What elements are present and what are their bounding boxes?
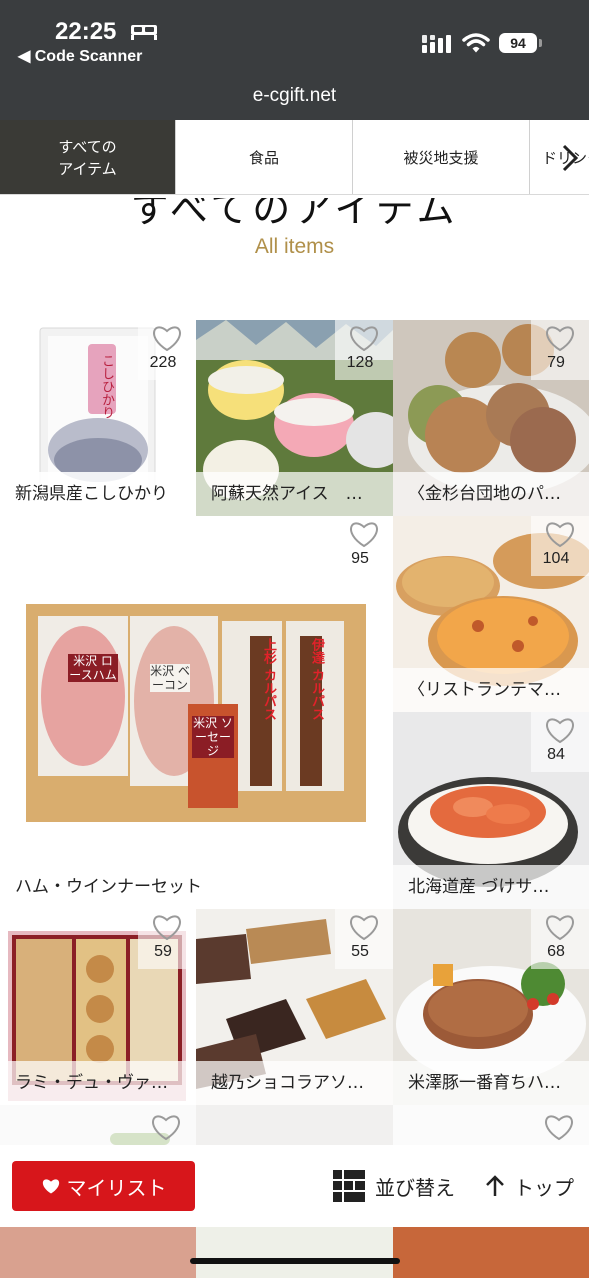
product-name[interactable]: 北海道産 づけサ… — [393, 865, 589, 909]
heart-icon — [350, 326, 378, 352]
favorite-button[interactable]: 95 — [335, 516, 393, 576]
heart-icon — [546, 326, 574, 352]
favorite-count: 228 — [149, 354, 177, 371]
favorite-button[interactable]: 55 — [335, 909, 393, 969]
product-name[interactable]: ハム・ウインナーセット — [0, 865, 393, 909]
heart-icon — [153, 326, 181, 352]
package-label: 上杉 カルパス — [261, 638, 276, 721]
favorite-count: 59 — [154, 943, 172, 960]
favorite-button[interactable]: 79 — [531, 320, 589, 380]
heart-icon — [350, 522, 378, 548]
product-name[interactable]: 米澤豚一番育ちハ… — [393, 1061, 589, 1105]
product-card[interactable]: 阿蘇天然アイス … 128 — [196, 320, 393, 516]
product-name[interactable]: 越乃ショコラアソ… — [196, 1061, 393, 1105]
product-card[interactable]: 〈金杉台団地のパ… 79 — [393, 320, 589, 516]
browser-header: 22:25 ◀ Code Scanner 94 e-cgift.net — [0, 0, 589, 120]
grid-icon — [333, 1170, 365, 1202]
url-bar[interactable]: e-cgift.net — [0, 85, 589, 107]
product-card[interactable]: 越乃ショコラアソ… 55 — [196, 909, 393, 1105]
heart-icon — [546, 522, 574, 548]
chevron-right-icon[interactable] — [555, 142, 585, 174]
bottom-action-bar: マイリスト 並び替え トップ — [0, 1145, 589, 1227]
scroll-to-top-button[interactable]: トップ — [484, 1169, 574, 1203]
product-card[interactable]: 〈リストランテマ… 104 — [393, 516, 589, 712]
product-name[interactable]: 〈リストランテマ… — [393, 668, 589, 712]
mylist-button[interactable]: マイリスト — [12, 1161, 195, 1211]
arrow-up-icon — [486, 1175, 504, 1196]
home-indicator[interactable] — [190, 1258, 400, 1264]
favorite-button[interactable]: 104 — [531, 516, 589, 576]
favorite-count: 68 — [547, 943, 565, 960]
favorite-count: 79 — [547, 354, 565, 371]
heart-icon — [350, 915, 378, 941]
product-card[interactable]: こしひかり 新潟県産こしひかり 228 — [0, 320, 196, 516]
tab-all-items[interactable]: すべての アイテム — [0, 120, 176, 194]
mylist-label: マイリスト — [66, 1175, 167, 1200]
favorite-button[interactable]: 59 — [138, 909, 196, 969]
package-label: 米沢 ロースハム — [68, 654, 118, 682]
battery-indicator: 94 — [499, 33, 537, 53]
top-label: トップ — [514, 1175, 574, 1200]
product-name[interactable]: 阿蘇天然アイス … — [196, 472, 393, 516]
heart-icon[interactable] — [543, 1113, 575, 1141]
battery-tip — [539, 39, 542, 47]
favorite-count: 128 — [346, 354, 374, 371]
product-card[interactable] — [393, 1105, 589, 1145]
favorite-count: 84 — [547, 746, 565, 763]
tab-disaster-support[interactable]: 被災地支援 — [353, 120, 530, 194]
heart-icon — [153, 915, 181, 941]
favorite-button[interactable]: 128 — [335, 320, 393, 380]
product-name[interactable]: ラミ・デュ・ヴァ… — [0, 1061, 196, 1105]
product-image-partial — [0, 1227, 196, 1278]
favorite-button[interactable]: 84 — [531, 712, 589, 772]
product-card[interactable]: ラミ・デュ・ヴァ… 59 — [0, 909, 196, 1105]
heart-icon[interactable] — [150, 1113, 182, 1141]
heart-icon — [546, 718, 574, 744]
product-image-partial — [196, 1227, 393, 1278]
bed-icon — [131, 25, 157, 40]
favorite-count: 55 — [351, 943, 369, 960]
sort-label: 並び替え — [375, 1175, 455, 1200]
package-label: 米沢 ソーセージ — [192, 716, 234, 758]
category-tabs: すべての アイテム 食品 被災地支援 ドリンク — [0, 120, 589, 195]
product-card[interactable] — [0, 1105, 196, 1145]
product-image-partial — [393, 1227, 589, 1278]
tab-food[interactable]: 食品 — [176, 120, 353, 194]
product-name[interactable]: 〈金杉台団地のパ… — [393, 472, 589, 516]
heart-icon — [42, 1179, 59, 1194]
product-name[interactable]: 新潟県産こしひかり — [0, 472, 196, 516]
package-label: 米沢 ベーコン — [150, 664, 190, 692]
rice-package-text: こしひかり — [99, 354, 114, 419]
sort-button[interactable]: 並び替え — [333, 1169, 455, 1203]
package-label: 伊達 カルパス — [309, 638, 324, 721]
product-card[interactable]: 米澤豚一番育ちハ… 68 — [393, 909, 589, 1105]
wifi-icon — [462, 33, 490, 53]
product-card[interactable] — [196, 1105, 393, 1145]
product-card[interactable]: 米沢 ロースハム 米沢 ベーコン 上杉 カルパス 伊達 カルパス 米沢 ソーセー… — [0, 516, 393, 909]
favorite-button[interactable]: 228 — [138, 320, 196, 380]
status-time: 22:25 — [55, 18, 117, 45]
favorite-count: 95 — [351, 550, 369, 567]
product-card[interactable]: 北海道産 づけサ… 84 — [393, 712, 589, 909]
back-to-app-link[interactable]: ◀ Code Scanner — [18, 46, 142, 66]
page-subtitle: All items — [254, 235, 335, 258]
heart-icon — [546, 915, 574, 941]
signal-icon — [422, 35, 451, 53]
favorite-count: 104 — [542, 550, 570, 567]
favorite-button[interactable]: 68 — [531, 909, 589, 969]
